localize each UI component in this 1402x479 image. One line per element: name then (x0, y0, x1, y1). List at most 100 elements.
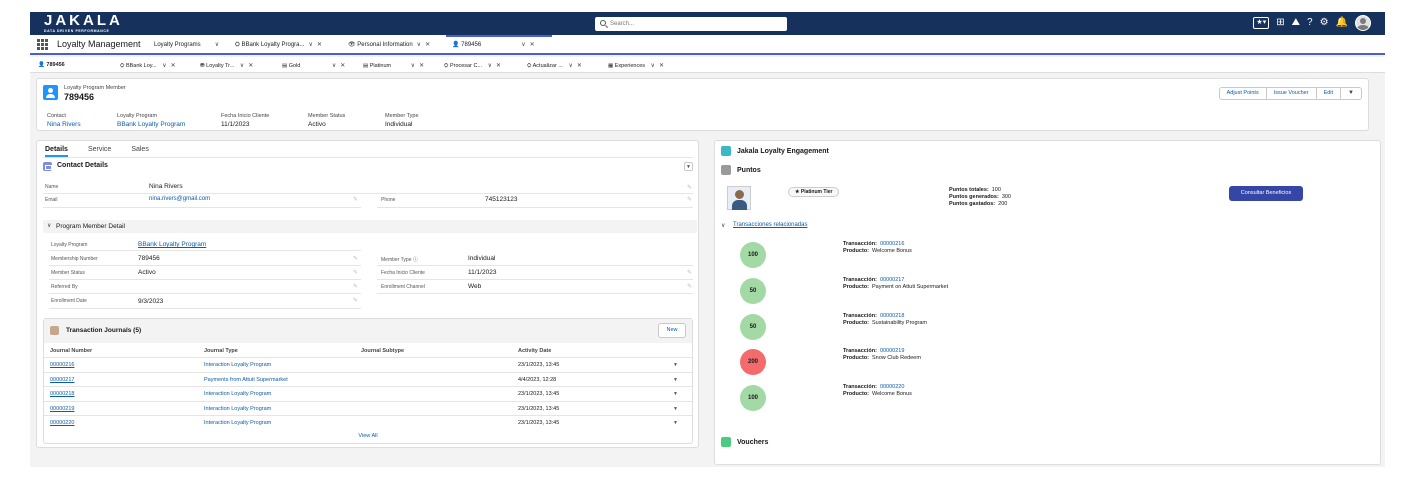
close-icon[interactable]: ✕ (340, 63, 345, 69)
edit-pencil-icon[interactable]: ✎ (687, 184, 692, 191)
journal-type-link[interactable]: Interaction Loyalty Program (204, 362, 271, 368)
adjust-points-button[interactable]: Adjust Points (1220, 88, 1267, 99)
column-journal-number[interactable]: Journal Number (50, 348, 92, 354)
nav-item-loyalty-programs[interactable]: Loyalty Programs ∨ (154, 41, 219, 48)
close-icon[interactable]: ✕ (317, 42, 322, 48)
edit-button[interactable]: Edit (1317, 88, 1342, 99)
engagement-title: Jakala Loyalty Engagement (737, 148, 829, 155)
chevron-down-icon[interactable]: ∨ (521, 42, 525, 48)
row-actions-dropdown-icon[interactable]: ▼ (673, 377, 678, 383)
field-divider (377, 293, 693, 294)
row-actions-dropdown-icon[interactable]: ▼ (673, 406, 678, 412)
subtab-platinum[interactable]: ▤ Platinum ∨ ✕ (363, 62, 424, 69)
column-journal-subtype[interactable]: Journal Subtype (361, 348, 404, 354)
app-launcher-waffle-icon[interactable] (37, 39, 48, 50)
chevron-down-icon[interactable]: ∨ (417, 42, 421, 48)
journal-type-link[interactable]: Payments from Attuti Supermarket (204, 377, 288, 383)
row-actions-dropdown-icon[interactable]: ▼ (673, 362, 678, 368)
journal-number-link[interactable]: 00000219 (50, 406, 74, 412)
edit-pencil-icon[interactable]: ✎ (687, 269, 692, 276)
journal-number-link[interactable]: 00000217 (50, 377, 74, 383)
transaction-number-link[interactable]: 00000219 (880, 348, 904, 354)
info-icon[interactable]: ⓘ (413, 257, 418, 263)
column-journal-type[interactable]: Journal Type (204, 348, 238, 354)
subtab-procesar[interactable]: ⛭ Procesar C... ∨ ✕ (444, 62, 501, 70)
journal-date: 4/4/2023, 12:28 (518, 376, 557, 383)
row-actions-dropdown-icon[interactable]: ▼ (673, 391, 678, 397)
section-menu-dropdown-icon[interactable]: ▼ (684, 162, 693, 171)
transaction-number-link[interactable]: 00000218 (880, 313, 904, 319)
subtab-gold[interactable]: ▤ Gold ∨ ✕ (282, 62, 345, 69)
chevron-down-icon[interactable]: ∨ (162, 63, 166, 69)
journal-number-link[interactable]: 00000216 (50, 362, 74, 368)
subtab-experiences[interactable]: ▦ Experiences ∨ ✕ (608, 62, 664, 69)
chevron-down-icon[interactable]: ∨ (240, 63, 244, 69)
edit-pencil-icon[interactable]: ✎ (353, 269, 358, 276)
close-icon[interactable]: ✕ (577, 63, 582, 69)
subtab-actualizar[interactable]: ⛭ Actualizar ... ∨ ✕ (527, 62, 582, 70)
journal-number-link[interactable]: 00000220 (50, 420, 74, 426)
close-icon[interactable]: ✕ (530, 42, 535, 48)
edit-pencil-icon[interactable]: ✎ (353, 297, 358, 304)
edit-pencil-icon[interactable]: ✎ (353, 255, 358, 262)
journal-type-link[interactable]: Interaction Loyalty Program (204, 391, 271, 397)
chevron-down-icon[interactable]: ∨ (568, 63, 572, 69)
journal-type-link[interactable]: Interaction Loyalty Program (204, 406, 271, 412)
journal-type-link[interactable]: Interaction Loyalty Program (204, 420, 271, 426)
consultar-beneficios-button[interactable]: Consultar Beneficios (1229, 186, 1303, 201)
subtab-bbank[interactable]: ⛭ 789456BBank Loy... ∨✕ (120, 62, 176, 70)
help-question-icon[interactable]: ? (1307, 15, 1313, 31)
setup-gear-icon[interactable]: ⚙ (1320, 15, 1329, 31)
close-icon[interactable]: ✕ (425, 42, 430, 48)
program-member-detail-title: Program Member Detail (56, 223, 125, 230)
edit-pencil-icon[interactable]: ✎ (353, 283, 358, 290)
row-actions-dropdown-icon[interactable]: ▼ (673, 420, 678, 426)
chevron-down-icon[interactable]: ∨ (651, 63, 655, 69)
close-icon[interactable]: ✕ (419, 63, 424, 69)
global-search-input[interactable]: Search... (595, 17, 787, 31)
user-avatar-icon[interactable] (1355, 15, 1371, 31)
view-all-link[interactable]: View All (44, 433, 692, 439)
subtab-789456[interactable]: 👤 789456 (38, 62, 65, 68)
highlight-program-link[interactable]: BBank Loyalty Program (117, 121, 185, 128)
transaction-number-link[interactable]: 00000217 (880, 277, 904, 283)
chevron-down-icon[interactable]: ∨ (721, 222, 725, 229)
jakala-logo[interactable]: JAKALA DATA DRIVEN PERFORMANCE (44, 13, 123, 34)
subtab-loyalty-tr[interactable]: ⛃ Loyalty Tr... ∨ ✕ (200, 62, 253, 69)
issue-voucher-button[interactable]: Issue Voucher (1267, 88, 1317, 99)
chevron-down-icon[interactable]: ∨ (309, 42, 313, 48)
chevron-down-icon[interactable]: ∨ (411, 63, 415, 69)
chevron-down-icon[interactable]: ∨ (47, 222, 51, 229)
transacciones-relacionadas-link[interactable]: Transacciones relacionadas (733, 222, 807, 228)
chevron-down-icon[interactable]: ∨ (332, 63, 336, 69)
column-activity-date[interactable]: Activity Date (518, 348, 551, 354)
close-icon[interactable]: ✕ (659, 63, 664, 69)
program-member-detail-header[interactable]: ∨ Program Member Detail (43, 220, 697, 233)
notifications-bell-icon[interactable]: 🔔 (1336, 15, 1348, 31)
edit-pencil-icon[interactable]: ✎ (687, 283, 692, 290)
new-journal-button[interactable]: New (658, 323, 686, 338)
close-icon[interactable]: ✕ (496, 63, 501, 69)
tab-service[interactable]: Service (88, 144, 111, 157)
add-plus-icon[interactable]: ⊞ (1276, 15, 1284, 31)
nav-tab-member-789456[interactable]: 👤 789456 ∨ ✕ (446, 35, 552, 53)
edit-pencil-icon[interactable]: ✎ (353, 196, 358, 203)
chevron-down-icon[interactable]: ∨ (215, 42, 219, 48)
journal-number-link[interactable]: 00000218 (50, 391, 74, 397)
loyalty-program-link[interactable]: BBank Loyalty Program (138, 241, 206, 248)
chevron-down-icon[interactable]: ∨ (488, 63, 492, 69)
transaction-number-link[interactable]: 00000220 (880, 384, 904, 390)
tab-sales[interactable]: Sales (131, 144, 149, 157)
highlight-contact-link[interactable]: Nina Rivers (47, 121, 81, 128)
favorites-star-icon[interactable]: ★▾ (1253, 17, 1270, 29)
edit-pencil-icon[interactable]: ✎ (687, 196, 692, 203)
transaction-number-link[interactable]: 00000216 (880, 241, 904, 247)
close-icon[interactable]: ✕ (248, 63, 253, 69)
nav-tab-bbank-program[interactable]: ⛭ BBank Loyalty Progra... ∨ ✕ (235, 41, 322, 49)
nav-tab-personal-information[interactable]: 👁 Personal Information ∨ ✕ (348, 41, 430, 48)
email-link[interactable]: nina.rivers@gmail.com (149, 196, 210, 202)
trailhead-icon[interactable]: ⛰ (1292, 15, 1300, 31)
tab-details[interactable]: Details (45, 144, 68, 157)
close-icon[interactable]: ✕ (171, 63, 176, 69)
more-actions-dropdown-icon[interactable]: ▼ (1341, 88, 1361, 99)
